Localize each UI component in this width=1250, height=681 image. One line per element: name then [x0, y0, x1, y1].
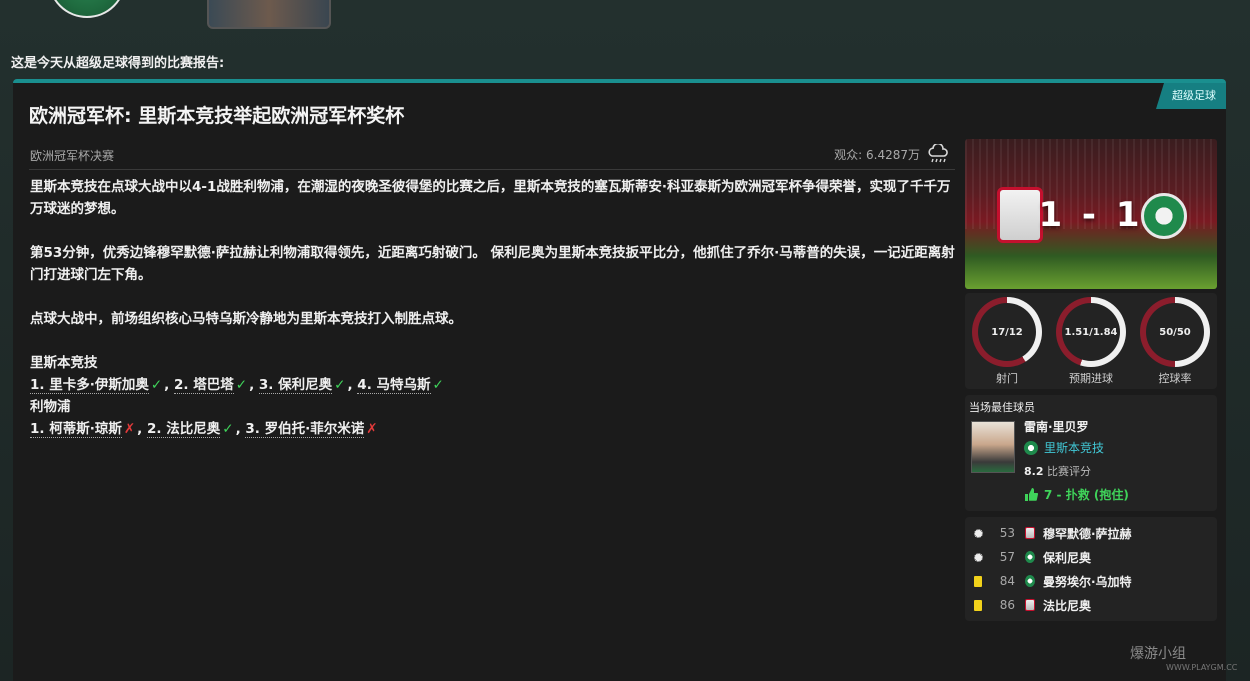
player-highlight-stat: 7 - 扑救 (抱住) — [1024, 486, 1129, 503]
shootout-kick[interactable]: 2. 塔巴塔 ✓ — [174, 377, 249, 394]
article-paragraph: 点球大战中，前场组织核心马特乌斯冷静地为里斯本竞技打入制胜点球。 — [30, 311, 462, 327]
match-scorecard[interactable]: 1 - 1 — [965, 139, 1217, 289]
player-rating: 8.2 比赛评分 — [1024, 463, 1091, 479]
article-body: 里斯本竞技在点球大战中以4-1战胜利物浦，在潮湿的夜晚圣彼得堡的比赛之后，里斯本… — [30, 176, 955, 440]
stat-label: 预期进球 — [1069, 372, 1113, 385]
event-player[interactable]: 法比尼奥 — [1043, 597, 1091, 614]
manager-photo — [207, 0, 331, 29]
stat-label: 控球率 — [1158, 372, 1192, 385]
separator: , — [137, 421, 148, 437]
source-tag: 超级足球 — [1156, 83, 1226, 109]
kick-taker[interactable]: 2. 塔巴塔 — [174, 377, 234, 394]
shootout-list: 1. 柯蒂斯·琼斯 ✗, 2. 法比尼奥 ✓, 3. 罗伯托·菲尔米诺 ✗ — [30, 418, 955, 440]
stat-ring: 1.51/1.84 — [1056, 297, 1126, 367]
kick-taker[interactable]: 3. 保利尼奥 — [258, 377, 333, 394]
check-icon: ✓ — [150, 377, 163, 393]
watermark: 爆游小组 WWW.PLAYGM.CC — [1130, 643, 1237, 672]
event-player[interactable]: 曼努埃尔·乌加特 — [1043, 573, 1132, 590]
player-club[interactable]: 里斯本竞技 — [1024, 439, 1104, 456]
watermark-url: WWW.PLAYGM.CC — [1166, 663, 1238, 672]
shootout-kick[interactable]: 3. 保利尼奥 ✓ — [258, 377, 348, 394]
stat-ring: 50/50 — [1140, 297, 1210, 367]
check-icon: ✓ — [432, 377, 444, 393]
stat-label: 射门 — [996, 372, 1018, 385]
kick-taker[interactable]: 1. 柯蒂斯·琼斯 — [30, 421, 122, 438]
match-stats: 17/12 射门 1.51/1.84 预期进球 50/50 控球率 — [965, 293, 1217, 389]
report-intro: 这是今天从超级足球得到的比赛报告: — [11, 56, 225, 71]
news-panel: 超级足球 欧洲冠军杯: 里斯本竞技举起欧洲冠军杯奖杯 欧洲冠军杯决赛 观众: 6… — [13, 79, 1226, 681]
football-icon — [971, 552, 985, 562]
stat-value: 50/50 — [1159, 326, 1191, 338]
cross-icon: ✗ — [366, 421, 378, 437]
shootout-kick[interactable]: 2. 法比尼奥 ✓ — [147, 421, 236, 438]
divider — [29, 169, 955, 170]
shootout-kick[interactable]: 3. 罗伯托·菲尔米诺 ✗ — [245, 421, 379, 438]
check-icon: ✓ — [235, 377, 248, 393]
sporting-cp-crest — [1141, 193, 1187, 239]
shootout-team-name: 里斯本竞技 — [30, 355, 98, 371]
match-event[interactable]: 53 穆罕默德·萨拉赫 — [971, 521, 1211, 545]
rain-cloud-icon — [928, 144, 948, 163]
attendance-text: 观众: 6.4287万 — [834, 147, 920, 162]
shootout-team-name: 利物浦 — [30, 399, 71, 415]
liverpool-crest-icon — [1025, 527, 1035, 539]
kick-taker[interactable]: 1. 里卡多·伊斯加奥 — [30, 377, 149, 394]
player-name[interactable]: 雷南·里贝罗 — [1024, 418, 1089, 435]
yellow-card-icon — [971, 575, 985, 587]
check-icon: ✓ — [334, 377, 346, 393]
event-player[interactable]: 穆罕默德·萨拉赫 — [1043, 525, 1132, 542]
rating-label: 比赛评分 — [1047, 465, 1091, 478]
stat-item[interactable]: 50/50 控球率 — [1136, 297, 1214, 389]
check-icon: ✓ — [222, 421, 234, 437]
player-of-the-match: 当场最佳球员 雷南·里贝罗 里斯本竞技 8.2 比赛评分 7 - 扑救 (抱住) — [965, 395, 1217, 511]
article-paragraph: 第53分钟，优秀边锋穆罕默德·萨拉赫让利物浦取得领先，近距离巧射破门。 保利尼奥… — [30, 245, 955, 283]
separator: , — [235, 421, 246, 437]
article-paragraph: 里斯本竞技在点球大战中以4-1战胜利物浦，在潮湿的夜晚圣彼得堡的比赛之后，里斯本… — [30, 179, 951, 217]
cross-icon: ✗ — [123, 421, 136, 437]
news-headline: 欧洲冠军杯: 里斯本竞技举起欧洲冠军杯奖杯 — [29, 105, 405, 127]
watermark-text: 爆游小组 — [1130, 646, 1186, 662]
separator: , — [347, 377, 358, 393]
kick-taker[interactable]: 3. 罗伯托·菲尔米诺 — [245, 421, 365, 438]
event-player[interactable]: 保利尼奥 — [1043, 549, 1091, 566]
thumbs-up-icon — [1025, 488, 1038, 501]
kick-taker[interactable]: 4. 马特乌斯 — [357, 377, 431, 394]
rating-value: 8.2 — [1024, 465, 1044, 478]
stat-item[interactable]: 1.51/1.84 预期进球 — [1052, 297, 1130, 389]
football-icon — [971, 528, 985, 538]
shootout-kick[interactable]: 1. 里卡多·伊斯加奥 ✓ — [30, 377, 164, 394]
player-photo[interactable] — [971, 421, 1015, 473]
match-sidebar: 1 - 1 17/12 射门 1.51/1.84 预期进球 50/50 控球率 当场最佳球… — [965, 139, 1217, 621]
attendance: 观众: 6.4287万 — [834, 144, 950, 164]
competition-subhead: 欧洲冠军杯决赛 — [30, 149, 115, 163]
sporting-cp-crest-icon — [1025, 551, 1035, 563]
shootout-kick[interactable]: 1. 柯蒂斯·琼斯 ✗ — [30, 421, 137, 438]
potm-title: 当场最佳球员 — [969, 401, 1035, 414]
match-events: 53 穆罕默德·萨拉赫 57 保利尼奥 84 曼努埃尔·乌加特 86 法比尼奥 — [965, 517, 1217, 621]
saves-text: 7 - 扑救 (抱住) — [1044, 488, 1129, 502]
event-minute: 86 — [999, 598, 1015, 612]
separator: , — [249, 377, 259, 393]
club-badge — [48, 0, 126, 18]
shootout-list: 1. 里卡多·伊斯加奥 ✓, 2. 塔巴塔 ✓, 3. 保利尼奥 ✓, 4. 马特乌斯… — [30, 374, 955, 396]
separator: , — [164, 377, 175, 393]
shootout-kick[interactable]: 4. 马特乌斯 ✓ — [357, 377, 446, 394]
match-event[interactable]: 84 曼努埃尔·乌加特 — [971, 569, 1211, 593]
liverpool-crest-icon — [1025, 599, 1035, 611]
match-event[interactable]: 86 法比尼奥 — [971, 593, 1211, 617]
event-minute: 57 — [999, 550, 1015, 564]
match-event[interactable]: 57 保利尼奥 — [971, 545, 1211, 569]
event-minute: 84 — [999, 574, 1015, 588]
stat-value: 17/12 — [991, 326, 1023, 338]
event-minute: 53 — [999, 526, 1015, 540]
sporting-cp-crest-icon — [1024, 440, 1038, 455]
stat-ring: 17/12 — [972, 297, 1042, 367]
stat-value: 1.51/1.84 — [1064, 326, 1118, 338]
player-club-name: 里斯本竞技 — [1044, 441, 1105, 455]
kick-taker[interactable]: 2. 法比尼奥 — [147, 421, 221, 438]
stat-item[interactable]: 17/12 射门 — [968, 297, 1046, 389]
sporting-cp-crest-icon — [1025, 575, 1035, 587]
yellow-card-icon — [971, 599, 985, 611]
